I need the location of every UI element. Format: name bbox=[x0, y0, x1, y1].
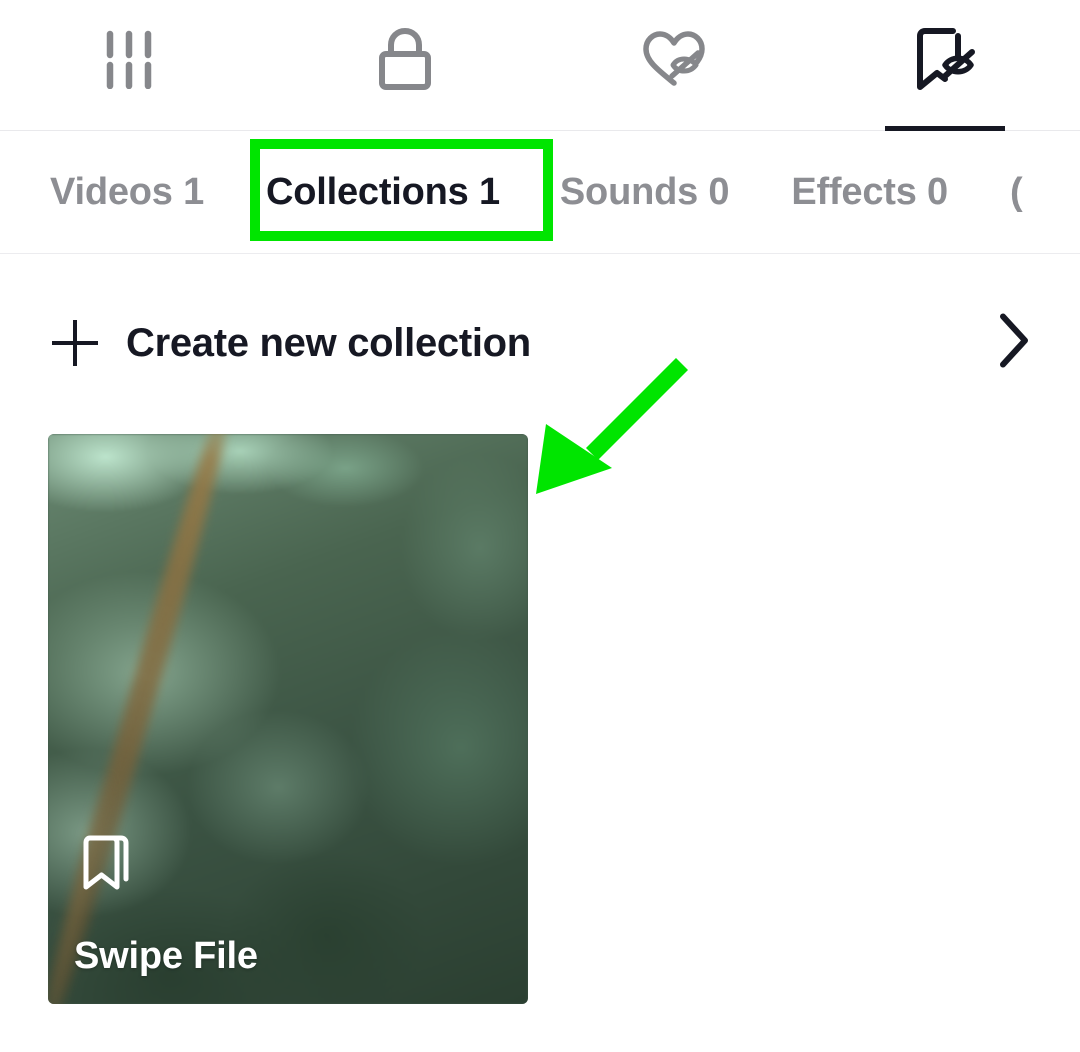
lock-icon bbox=[376, 26, 434, 92]
posts-grid-icon bbox=[104, 29, 166, 89]
subtab-sounds[interactable]: Sounds 0 bbox=[560, 173, 730, 211]
heart-hidden-icon bbox=[640, 28, 710, 90]
bookmark-collection-icon bbox=[80, 832, 136, 899]
bookmark-hidden-icon bbox=[911, 25, 979, 93]
subtab-overflow[interactable]: ( bbox=[1010, 173, 1023, 211]
tab-favorites-hidden[interactable] bbox=[810, 0, 1080, 131]
favorites-subtab-strip[interactable]: Videos 1 Collections 1 Sounds 0 Effects … bbox=[0, 131, 1080, 254]
collection-title: Swipe File bbox=[74, 935, 258, 978]
profile-icon-tabbar bbox=[0, 0, 1080, 131]
create-new-collection-label: Create new collection bbox=[126, 320, 531, 365]
tab-liked-hidden[interactable] bbox=[540, 0, 810, 131]
chevron-right-icon[interactable] bbox=[996, 311, 1032, 374]
subtab-effects[interactable]: Effects 0 bbox=[791, 173, 948, 211]
subtab-videos[interactable]: Videos 1 bbox=[50, 173, 204, 211]
tab-posts[interactable] bbox=[0, 0, 270, 131]
subtab-collections[interactable]: Collections 1 bbox=[266, 173, 500, 211]
plus-icon bbox=[52, 320, 98, 366]
create-new-collection-row[interactable]: Create new collection bbox=[0, 255, 1080, 430]
collection-card-swipe-file[interactable]: Swipe File bbox=[48, 434, 528, 1004]
create-new-collection-left: Create new collection bbox=[52, 320, 531, 366]
collection-grid: Swipe File bbox=[48, 434, 1032, 1004]
app-root: Videos 1 Collections 1 Sounds 0 Effects … bbox=[0, 0, 1080, 1052]
collection-thumbnail bbox=[48, 434, 528, 1004]
tab-private[interactable] bbox=[270, 0, 540, 131]
